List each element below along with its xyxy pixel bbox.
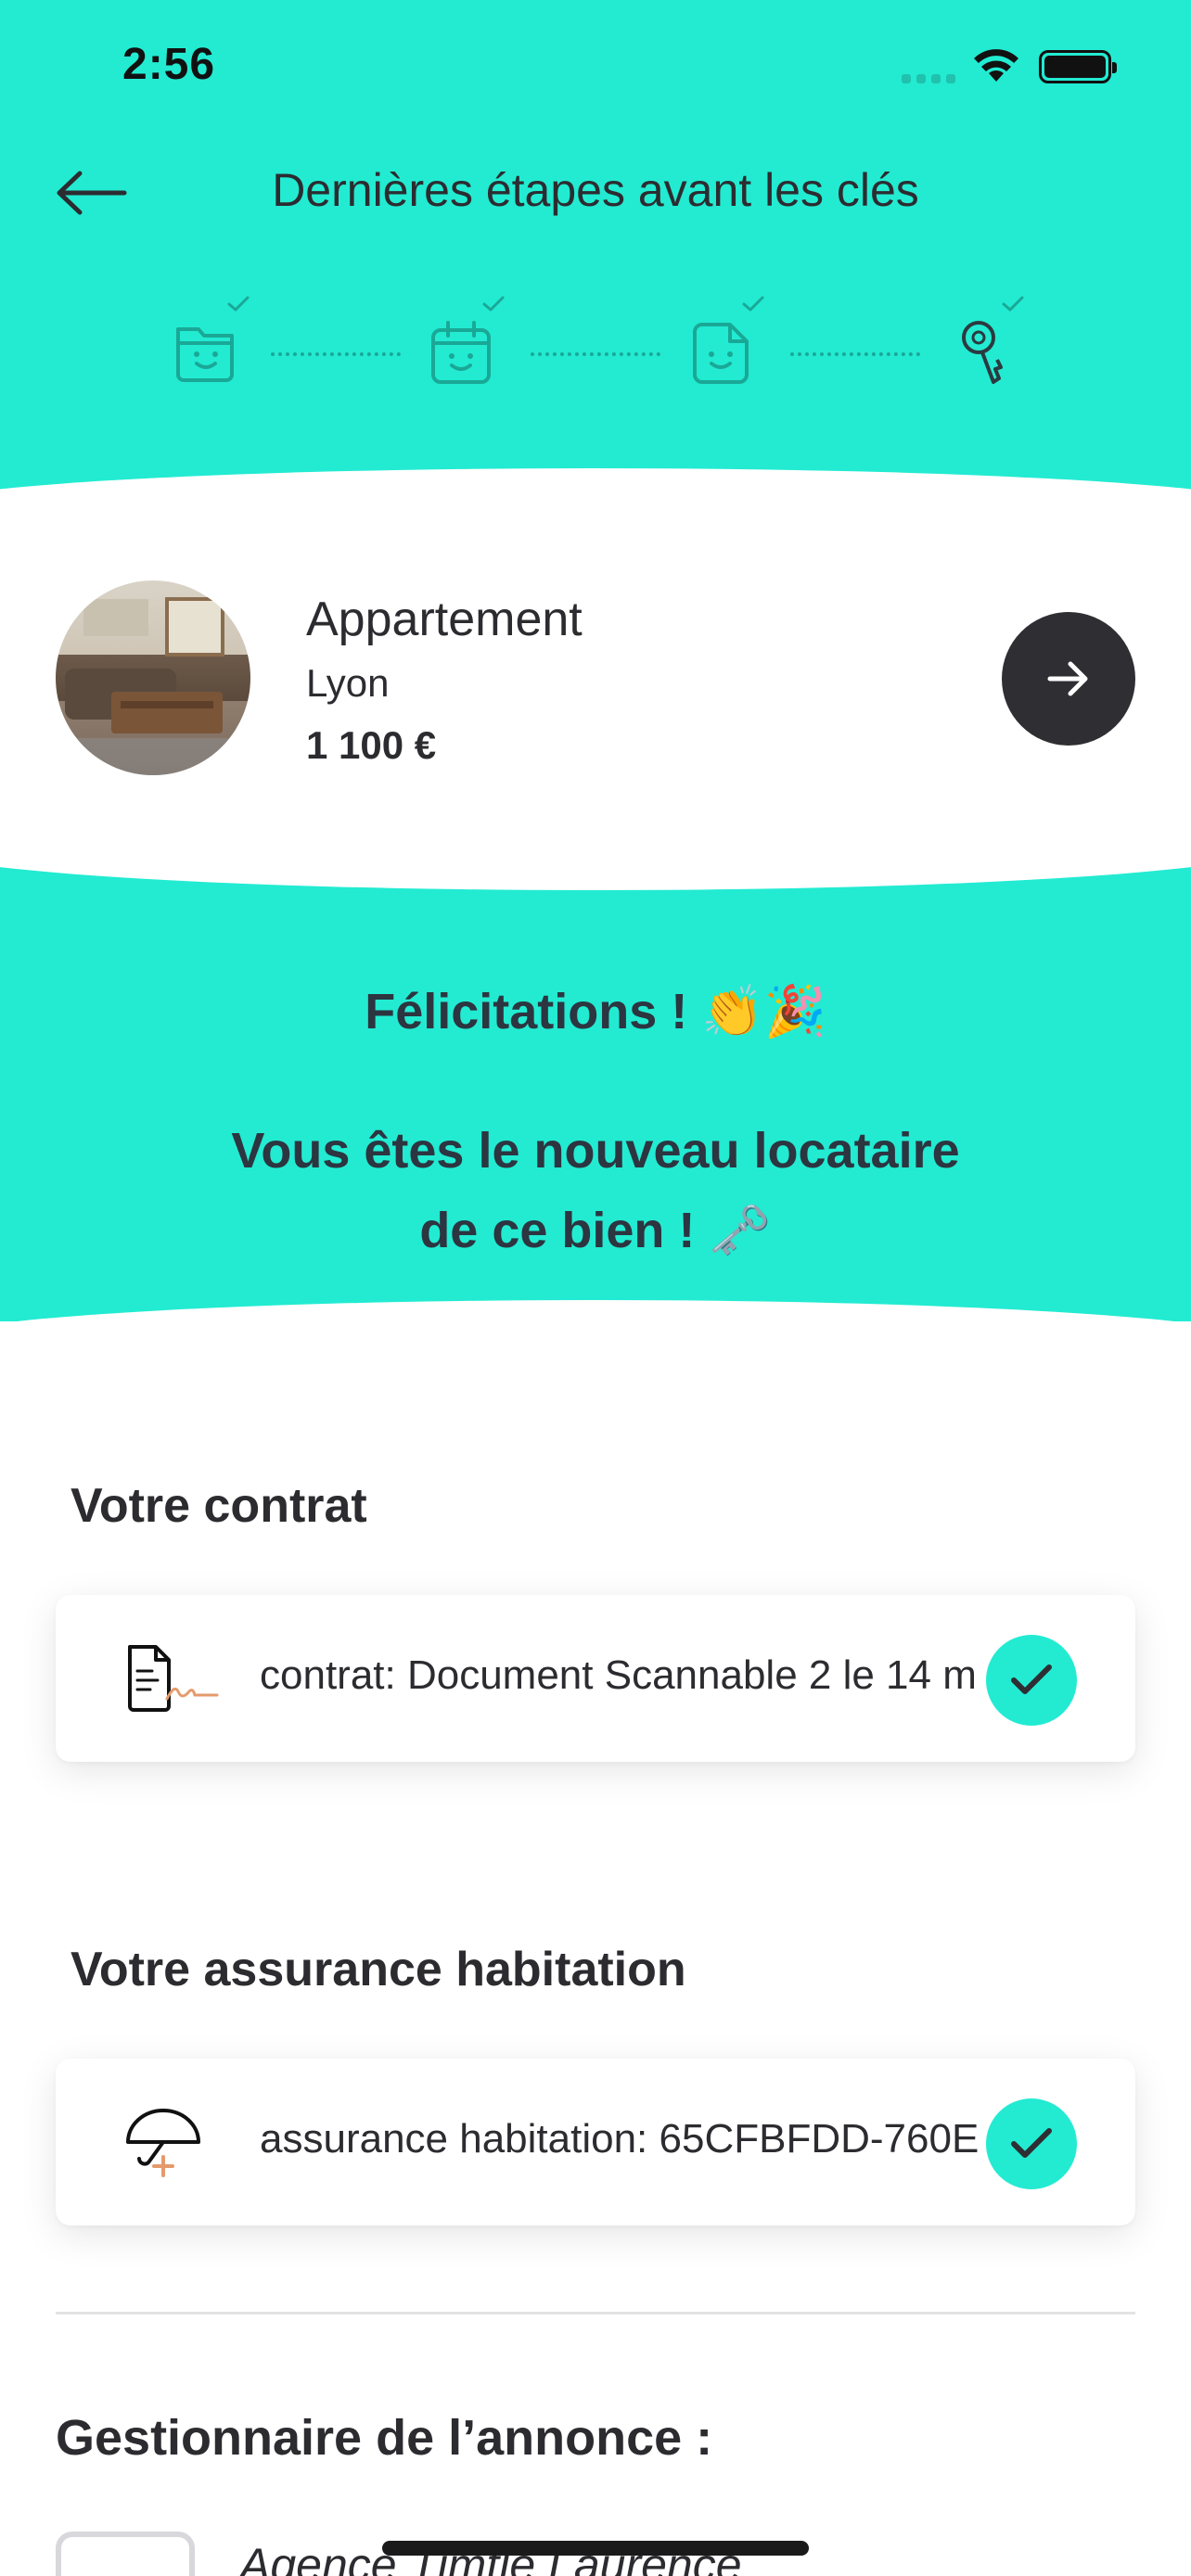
check-icon: [1011, 2128, 1052, 2158]
congrats-curve-bottom: [0, 1300, 1191, 1486]
congrats-line-1: Vous êtes le nouveau locataire: [231, 1123, 960, 1179]
congrats-title: Félicitations ! 👏🎉: [0, 983, 1191, 1041]
signal-icon: [902, 74, 955, 83]
check-icon: [742, 296, 764, 312]
back-button[interactable]: [54, 165, 134, 221]
insurance-section-title: Votre assurance habitation: [70, 1943, 686, 1996]
congrats-title-text: Félicitations !: [365, 984, 688, 1039]
contract-document-label: contrat: Document Scannable 2 le 14 m: [260, 1652, 977, 1698]
manager-section-title: Gestionnaire de l’annonce :: [56, 2410, 713, 2466]
divider: [56, 2312, 1135, 2315]
property-price: 1 100 €: [306, 723, 437, 767]
step-calendar: [422, 287, 506, 389]
old-key-emoji: 🗝️: [709, 1203, 772, 1258]
insurance-card[interactable]: assurance habitation: 65CFBFDD-760E: [56, 2059, 1135, 2225]
wifi-icon: [972, 46, 1020, 88]
contract-section-title: Votre contrat: [70, 1479, 367, 1533]
congrats-message: Vous êtes le nouveau locataire de ce bie…: [0, 1111, 1191, 1270]
property-open-button[interactable]: [1002, 612, 1135, 746]
step-folder: [167, 287, 250, 389]
step-document: [682, 287, 765, 389]
check-icon: [1002, 296, 1024, 312]
property-photo: [56, 580, 250, 775]
check-icon: [482, 296, 505, 312]
contract-status-check: [986, 1635, 1077, 1726]
property-type: Appartement: [306, 593, 583, 646]
insurance-document-label: assurance habitation: 65CFBFDD-760E: [260, 2116, 980, 2162]
step-connector: [271, 352, 401, 356]
home-indicator[interactable]: [382, 2541, 809, 2556]
check-icon: [227, 296, 250, 312]
congrats-line-2: de ce bien !: [419, 1203, 696, 1258]
arrow-left-icon: [57, 171, 127, 215]
congrats-line-2-wrap: de ce bien ! 🗝️: [0, 1191, 1191, 1270]
screen: 2:56 Dernières étapes avant les clés App…: [0, 0, 1191, 2576]
congrats-curve-top: [0, 797, 1191, 890]
insurance-status-check: [986, 2098, 1077, 2189]
step-key: [941, 287, 1025, 389]
clap-party-emoji: 👏🎉: [701, 984, 826, 1039]
check-icon: [1011, 1664, 1052, 1694]
agency-logo: [56, 2531, 195, 2576]
step-connector: [531, 352, 660, 356]
page-title: Dernières étapes avant les clés: [272, 164, 919, 216]
step-connector: [790, 352, 920, 356]
contract-card[interactable]: contrat: Document Scannable 2 le 14 m: [56, 1595, 1135, 1762]
battery-icon: [1039, 50, 1117, 83]
arrow-right-icon: [1047, 661, 1088, 696]
signed-document-icon: [121, 1641, 223, 1715]
property-city: Lyon: [306, 661, 390, 705]
status-time: 2:56: [122, 40, 216, 89]
status-bar: 2:56: [0, 0, 1191, 130]
steps-progress: [167, 287, 1057, 399]
umbrella-plus-icon: [121, 2105, 223, 2179]
